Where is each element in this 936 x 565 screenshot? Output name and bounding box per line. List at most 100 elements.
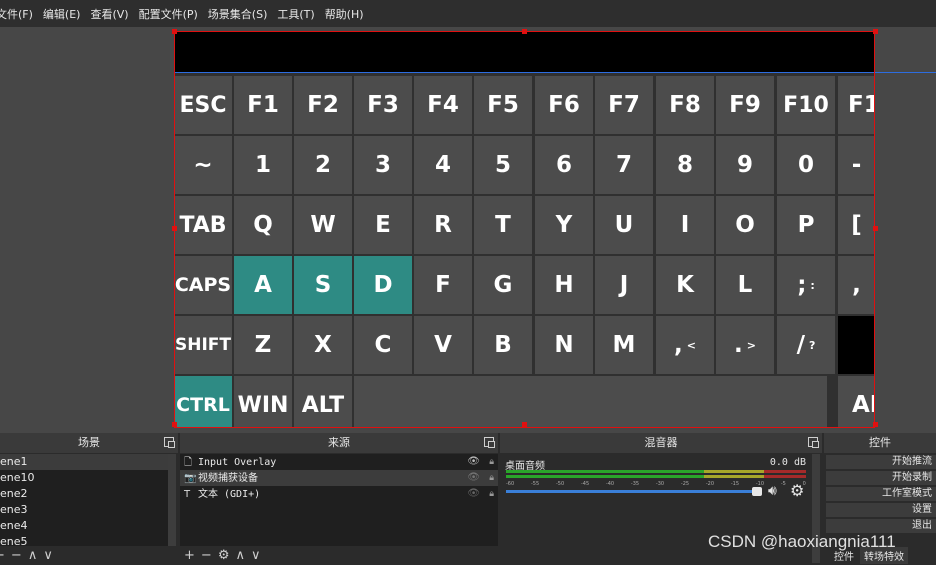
key-space: [354, 376, 827, 428]
key-label: .: [734, 332, 743, 358]
key-label: F7: [608, 92, 640, 118]
key-symbol: -: [838, 136, 875, 194]
visibility-eye-icon[interactable]: 👁︎: [467, 454, 480, 470]
menu-item[interactable]: 文件(F): [0, 6, 38, 22]
visibility-eye-icon[interactable]: 👁︎: [467, 486, 480, 502]
key-label: Q: [253, 212, 273, 238]
key-label: WIN: [237, 392, 289, 418]
key-e: E: [354, 196, 412, 254]
scene-item[interactable]: ene4: [0, 518, 168, 534]
key-label: 0: [797, 152, 814, 178]
text-icon: T: [184, 489, 191, 500]
meter-tick-label: -30: [655, 481, 665, 487]
key-7: 7: [595, 136, 653, 194]
source-name: 视频捕获设备: [198, 473, 258, 484]
source-item[interactable]: T 文本 (GDI+) 👁︎ 🔒︎: [180, 486, 498, 502]
meter-tick-label: -50: [555, 481, 565, 487]
key-shift: SHIFT: [174, 316, 232, 374]
undock-icon[interactable]: [164, 437, 175, 448]
key-label: ESC: [179, 92, 227, 118]
preview-canvas[interactable]: ESC F1 F2 F3 F4 F5 F6 F7 F8 F9 F10 F1 ~1 2 3 4 5 6 7 8 9 0- TA…: [174, 31, 875, 428]
key-al: AL: [838, 376, 875, 428]
control-button-2[interactable]: 工作室模式: [826, 487, 936, 501]
mixer-title: 混音器: [500, 433, 822, 453]
key-f8: F8: [656, 76, 714, 134]
source-properties-gear-icon[interactable]: ⚙: [218, 548, 230, 563]
undock-icon[interactable]: [484, 437, 495, 448]
move-down-button[interactable]: ∨: [251, 548, 261, 563]
preview-area[interactable]: ESC F1 F2 F3 F4 F5 F6 F7 F8 F9 F10 F1 ~1 2 3 4 5 6 7 8 9 0- TA…: [0, 27, 936, 432]
scenes-title: 场景: [0, 433, 178, 453]
source-item[interactable]: 📷 视频捕获设备 👁︎ 🔒︎: [180, 470, 498, 486]
meter-tick-label: -60: [506, 481, 515, 487]
key-8: 8: [656, 136, 714, 194]
source-item[interactable]: 🗋 Input Overlay 👁︎ 🔒︎: [180, 454, 498, 470]
add-source-button[interactable]: +: [184, 548, 195, 563]
key-label: ~: [193, 152, 213, 178]
resize-handle-top-right[interactable]: [873, 29, 878, 34]
scene-item[interactable]: ene10: [0, 470, 168, 486]
scene-item[interactable]: ene1: [0, 454, 168, 470]
menu-item[interactable]: 场景集合(S): [203, 6, 273, 22]
lock-icon[interactable]: 🔒︎: [489, 470, 494, 486]
menu-item[interactable]: 编辑(E): [38, 6, 86, 22]
visibility-eye-icon[interactable]: 👁︎: [467, 470, 480, 486]
key-6: 6: [535, 136, 593, 194]
menu-item[interactable]: 配置文件(P): [134, 6, 203, 22]
meter-ticks: -60 -55 -50 -45 -40 -35 -30 -25 -20 -15 -10 -5 0: [506, 481, 806, 487]
key-5: 5: [474, 136, 532, 194]
add-scene-button[interactable]: +: [0, 548, 5, 563]
key-symbol: . >: [716, 316, 774, 374]
scene-item[interactable]: ene3: [0, 502, 168, 518]
key-label: J: [619, 272, 629, 298]
gear-icon[interactable]: ⚙: [790, 481, 804, 501]
resize-handle-bottom-left[interactable]: [172, 422, 177, 427]
resize-handle-right[interactable]: [873, 226, 878, 231]
key-sublabel: ?: [809, 338, 816, 352]
scene-item[interactable]: ene2: [0, 486, 168, 502]
move-up-button[interactable]: ∧: [235, 548, 245, 563]
lock-icon[interactable]: 🔒︎: [489, 454, 494, 470]
sources-dock: 来源 🗋 Input Overlay 👁︎ 🔒︎ 📷 视频捕获设备 👁︎ 🔒︎ T 文本 (GDI…: [180, 433, 498, 565]
controls-title: 控件: [824, 433, 936, 453]
resize-handle-top[interactable]: [522, 29, 527, 34]
menu-item[interactable]: 帮助(H): [320, 6, 369, 22]
key-label: CTRL: [176, 394, 230, 416]
move-down-button[interactable]: ∨: [43, 548, 53, 563]
key-label: /: [796, 332, 805, 358]
control-button-0[interactable]: 开始推流: [826, 455, 936, 469]
volume-slider-knob[interactable]: [752, 487, 762, 496]
resize-handle-bottom-right[interactable]: [873, 422, 878, 427]
key-sublabel: >: [746, 338, 756, 352]
key-f2: F2: [294, 76, 352, 134]
undock-icon[interactable]: [808, 437, 819, 448]
menu-item[interactable]: 查看(V): [85, 6, 133, 22]
resize-handle-top-left[interactable]: [172, 29, 177, 34]
key-m: M: [595, 316, 653, 374]
lock-icon[interactable]: 🔒︎: [489, 486, 494, 502]
menu-item[interactable]: 工具(T): [272, 6, 319, 22]
sources-list[interactable]: 🗋 Input Overlay 👁︎ 🔒︎ 📷 视频捕获设备 👁︎ 🔒︎ T 文本 (GDI+) 👁…: [180, 454, 498, 546]
scenes-toolbar: +−∧ ∨: [0, 548, 53, 563]
control-button-4[interactable]: 退出: [826, 519, 936, 533]
key-symbol: , <: [656, 316, 714, 374]
scenes-list[interactable]: ene1 ene10 ene2 ene3 ene4 ene5: [0, 454, 168, 546]
speaker-icon[interactable]: 🔊︎: [768, 482, 777, 499]
key-label: T: [495, 212, 511, 238]
key-label: AL: [852, 392, 875, 418]
remove-source-button[interactable]: −: [201, 548, 212, 563]
key-label: C: [374, 332, 392, 358]
key-t: T: [474, 196, 532, 254]
volume-slider[interactable]: [506, 490, 762, 493]
control-button-3[interactable]: 设置: [826, 503, 936, 517]
key-label: SHIFT: [174, 335, 231, 355]
resize-handle-left[interactable]: [172, 226, 177, 231]
key-f10: F10: [777, 76, 835, 134]
move-up-button[interactable]: ∧: [28, 548, 38, 563]
control-button-1[interactable]: 开始录制: [826, 471, 936, 485]
remove-scene-button[interactable]: −: [11, 548, 22, 563]
scenes-scrollbar[interactable]: [168, 454, 176, 546]
resize-handle-bottom[interactable]: [522, 422, 527, 427]
scene-item[interactable]: ene5: [0, 534, 168, 546]
key-label: Z: [254, 332, 272, 358]
